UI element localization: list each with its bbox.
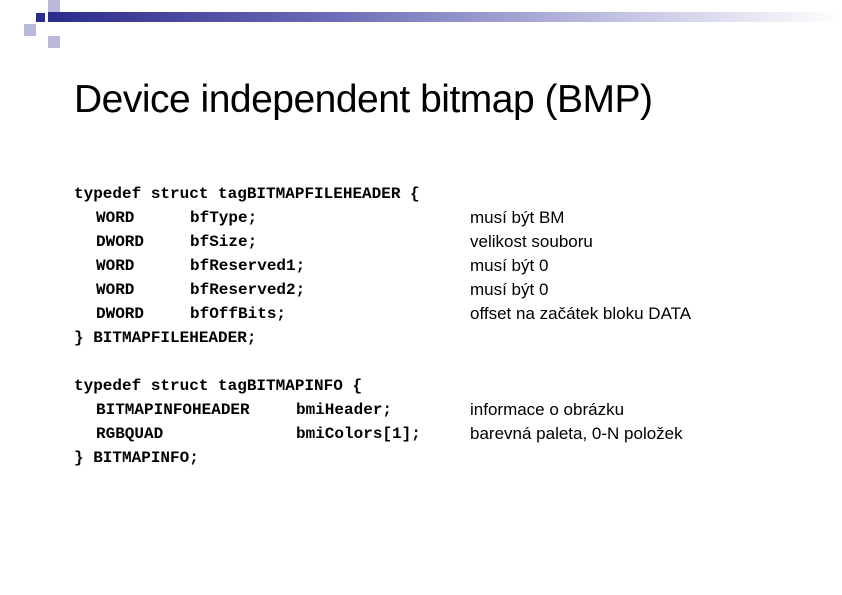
- field-type-label: WORD: [96, 257, 135, 275]
- field-comment: musí být 0: [470, 256, 549, 275]
- field-name: bmiHeader;: [296, 401, 393, 419]
- field-comment: musí být 0: [470, 280, 549, 299]
- decor-square: [48, 36, 60, 48]
- field-type-label: RGBQUAD: [96, 425, 164, 443]
- field-type-label: WORD: [96, 209, 135, 227]
- field-type: WORD: [74, 206, 134, 230]
- field-type-label: DWORD: [96, 233, 145, 251]
- field-type-label: WORD: [96, 281, 135, 299]
- decor-square: [48, 0, 60, 12]
- slide-title: Device independent bitmap (BMP): [74, 78, 653, 121]
- struct-open-line: typedef struct tagBITMAPINFO {: [74, 377, 363, 395]
- struct-open-line: typedef struct tagBITMAPFILEHEADER {: [74, 185, 420, 203]
- field-name: bfOffBits;: [190, 305, 287, 323]
- field-type-label: BITMAPINFOHEADER: [96, 401, 250, 419]
- field-comment: musí být BM: [470, 208, 565, 227]
- field-type-label: DWORD: [96, 305, 145, 323]
- field-type: RGBQUAD: [74, 422, 163, 446]
- field-type: WORD: [74, 254, 134, 278]
- field-name: bfReserved2;: [190, 281, 306, 299]
- header-gradient-bar: [48, 12, 842, 22]
- field-type: DWORD: [74, 302, 144, 326]
- field-comment: velikost souboru: [470, 232, 593, 251]
- field-name: bfReserved1;: [190, 257, 306, 275]
- field-type: WORD: [74, 278, 134, 302]
- field-comment: informace o obrázku: [470, 400, 625, 419]
- decor-square: [24, 24, 36, 36]
- decor-square: [36, 13, 45, 22]
- field-type: BITMAPINFOHEADER: [74, 398, 250, 422]
- field-comment: barevná paleta, 0-N položek: [470, 424, 683, 443]
- field-type: DWORD: [74, 230, 144, 254]
- field-name: bfSize;: [190, 233, 258, 251]
- field-name: bmiColors[1];: [296, 425, 421, 443]
- struct-close-line: } BITMAPFILEHEADER;: [74, 329, 257, 347]
- field-comment: offset na začátek bloku DATA: [470, 304, 692, 323]
- field-name: bfType;: [190, 209, 258, 227]
- struct-close-line: } BITMAPINFO;: [74, 449, 199, 467]
